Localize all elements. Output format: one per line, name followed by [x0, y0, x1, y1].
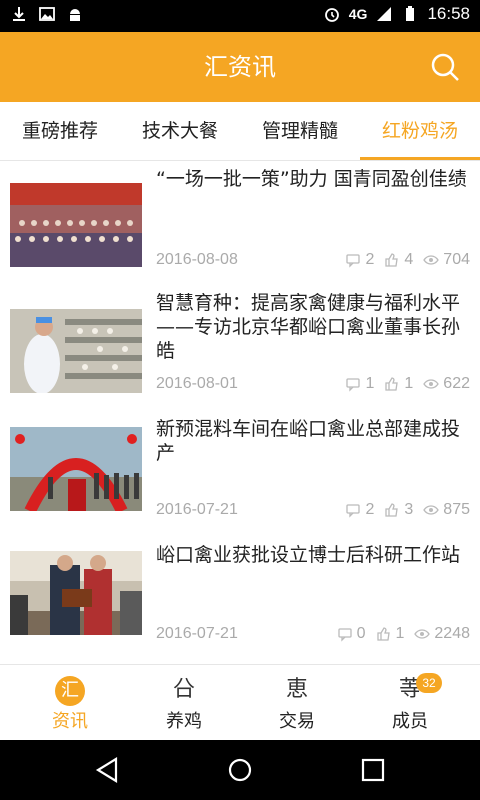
comment-count: 1 — [345, 375, 374, 393]
comment-icon — [346, 378, 361, 392]
comment-icon — [337, 628, 352, 642]
list-item[interactable]: 智慧育种：提高家禽健康与福利水平——专访北京华都峪口禽业董事长孙皓 2016-0… — [0, 287, 480, 413]
tab-indicator — [360, 157, 480, 160]
download-icon — [13, 7, 25, 21]
like-count: 1 — [376, 625, 404, 643]
news-icon: 汇 — [52, 675, 88, 706]
nav-farming[interactable]: 㕣 养鸡 — [124, 665, 244, 741]
comment-count: 2 — [345, 251, 374, 269]
nav-farming-label: 养鸡 — [166, 711, 202, 732]
nav-members[interactable]: 䓁 32 成员 — [350, 665, 470, 741]
article-date: 2016-08-08 — [156, 251, 238, 268]
article-title[interactable]: 峪口禽业获批设立博士后科研工作站 — [156, 543, 468, 567]
eye-icon — [423, 379, 440, 389]
article-date: 2016-07-21 — [156, 625, 238, 642]
comment-icon — [346, 504, 361, 518]
article-meta: 2016-08-01 1 1 622 — [156, 375, 470, 397]
thumbs-up-icon — [385, 253, 399, 267]
tab-guanli[interactable]: 管理精髓 — [240, 102, 360, 160]
tab-jishu[interactable]: 技术大餐 — [120, 102, 240, 160]
article-meta: 2016-07-21 0 1 2248 — [156, 625, 470, 647]
article-thumbnail — [10, 427, 142, 511]
view-count: 622 — [423, 375, 470, 393]
tab-hongfen[interactable]: 红粉鸡汤 — [360, 102, 480, 160]
like-count: 4 — [384, 251, 413, 269]
comment-count: 0 — [337, 625, 366, 643]
article-title[interactable]: “一场一批一策”助力 国青同盈创佳绩 — [156, 167, 468, 191]
nav-news[interactable]: 汇 资讯 — [10, 665, 130, 741]
like-count: 1 — [384, 375, 413, 393]
nav-members-label: 成员 — [392, 711, 428, 732]
article-meta: 2016-08-08 2 4 704 — [156, 251, 470, 273]
list-item[interactable]: 新预混料车间在峪口禽业总部建成投产 2016-07-21 2 3 875 — [0, 413, 480, 539]
view-count: 2248 — [414, 625, 470, 643]
thumbs-up-icon — [376, 627, 390, 641]
signal-icon — [377, 7, 392, 21]
status-time: 16:58 — [427, 4, 470, 23]
android-icon — [70, 9, 80, 21]
view-count: 704 — [423, 251, 470, 269]
alarm-icon — [324, 8, 339, 22]
comment-count: 2 — [345, 501, 374, 519]
view-count: 875 — [423, 501, 470, 519]
article-list[interactable]: “一场一批一策”助力 国青同盈创佳绩 2016-08-08 2 4 704 智慧… — [0, 161, 480, 664]
nav-trade[interactable]: 恵 交易 — [237, 665, 357, 741]
back-icon[interactable] — [92, 755, 122, 785]
tab-zhongbang[interactable]: 重磅推荐 — [0, 102, 120, 160]
thumbs-up-icon — [385, 503, 399, 517]
article-thumbnail — [10, 183, 142, 267]
eye-icon — [423, 505, 440, 515]
app-title: 汇资讯 — [204, 53, 276, 81]
article-date: 2016-07-21 — [156, 501, 238, 518]
image-icon — [39, 7, 55, 21]
search-icon[interactable] — [428, 50, 462, 84]
article-meta: 2016-07-21 2 3 875 — [156, 501, 470, 523]
network-type: 4G — [348, 6, 368, 22]
article-thumbnail — [10, 551, 142, 635]
trade-icon: 恵 — [285, 677, 308, 702]
nav-news-label: 资讯 — [52, 711, 88, 732]
eye-icon — [414, 629, 431, 639]
battery-icon — [406, 6, 415, 21]
article-title[interactable]: 新预混料车间在峪口禽业总部建成投产 — [156, 417, 468, 465]
home-icon[interactable] — [225, 755, 255, 785]
category-tabs: 重磅推荐 技术大餐 管理精髓 红粉鸡汤 — [0, 102, 480, 161]
list-item[interactable]: 峪口禽业获批设立博士后科研工作站 2016-07-21 0 1 2248 — [0, 539, 480, 664]
farming-icon: 㕣 — [172, 677, 195, 702]
status-bar: 4G 16:58 — [0, 0, 480, 32]
thumbs-up-icon — [385, 377, 399, 391]
nav-trade-label: 交易 — [279, 711, 315, 732]
comment-icon — [346, 254, 361, 268]
bottom-navigation: 汇 资讯 㕣 养鸡 恵 交易 䓁 32 成员 — [0, 664, 480, 741]
eye-icon — [423, 255, 440, 265]
like-count: 3 — [384, 501, 413, 519]
article-title[interactable]: 智慧育种：提高家禽健康与福利水平——专访北京华都峪口禽业董事长孙皓 — [156, 291, 468, 363]
members-badge: 32 — [416, 673, 442, 693]
app-bar: 汇资讯 — [0, 32, 480, 102]
recents-icon[interactable] — [358, 755, 388, 785]
list-item[interactable]: “一场一批一策”助力 国青同盈创佳绩 2016-08-08 2 4 704 — [0, 161, 480, 287]
article-date: 2016-08-01 — [156, 375, 238, 392]
system-navigation-bar — [0, 740, 480, 800]
article-thumbnail — [10, 309, 142, 393]
